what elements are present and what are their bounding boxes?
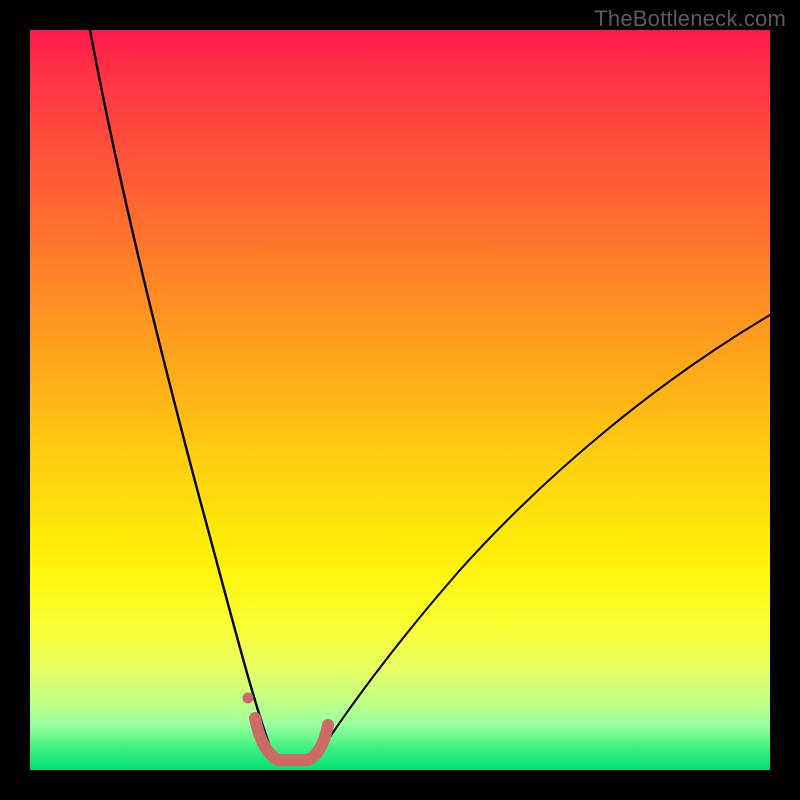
- plot-area: [30, 30, 770, 770]
- watermark-text: TheBottleneck.com: [594, 6, 786, 32]
- curve-layer: [30, 30, 770, 770]
- left-curve: [90, 30, 275, 760]
- chart-frame: TheBottleneck.com: [0, 0, 800, 800]
- right-curve: [315, 315, 770, 760]
- accent-dot: [243, 693, 254, 704]
- accent-u: [255, 718, 328, 760]
